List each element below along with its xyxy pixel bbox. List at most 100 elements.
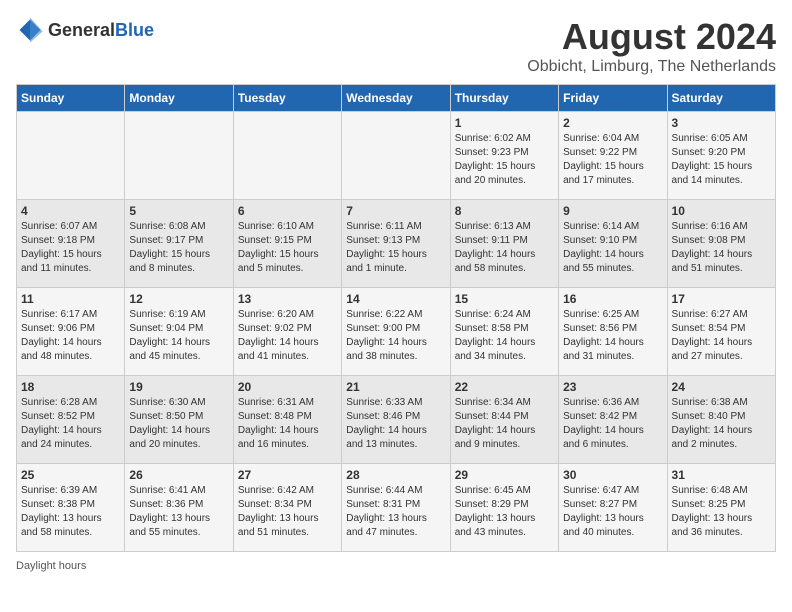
day-info: Sunrise: 6:30 AMSunset: 8:50 PMDaylight:… [129, 396, 228, 452]
calendar-cell: 6 Sunrise: 6:10 AMSunset: 9:15 PMDaylight… [233, 200, 341, 288]
day-info: Sunrise: 6:38 AMSunset: 8:40 PMDaylight:… [672, 396, 771, 452]
day-info: Sunrise: 6:13 AMSunset: 9:11 PMDaylight:… [455, 220, 554, 276]
calendar-cell: 10Sunrise: 6:16 AMSunset: 9:08 PMDayligh… [667, 200, 775, 288]
day-info: Sunrise: 6:07 AMSunset: 9:18 PMDaylight:… [21, 220, 120, 276]
calendar-cell: 7Sunrise: 6:11 AMSunset: 9:13 PMDaylight… [342, 200, 450, 288]
day-info: Sunrise: 6:48 AMSunset: 8:25 PMDaylight:… [672, 484, 771, 540]
day-number: 19 [129, 380, 228, 394]
calendar-cell: 23Sunrise: 6:36 AMSunset: 8:42 PMDayligh… [559, 376, 667, 464]
day-info: Sunrise: 6:16 AMSunset: 9:08 PMDaylight:… [672, 220, 771, 276]
logo-blue: Blue [115, 20, 154, 40]
day-info: Sunrise: 6:05 AMSunset: 9:20 PMDaylight:… [672, 132, 771, 188]
title-block: August 2024 Obbicht, Limburg, The Nether… [527, 16, 776, 76]
day-number: 17 [672, 292, 771, 306]
day-number: 15 [455, 292, 554, 306]
day-number: 23 [563, 380, 662, 394]
day-info: Sunrise: 6:20 AMSunset: 9:02 PMDaylight:… [238, 308, 337, 364]
calendar-cell [125, 112, 233, 200]
calendar-cell: 24 Sunrise: 6:38 AMSunset: 8:40 PMDayligh… [667, 376, 775, 464]
calendar-cell: 14 Sunrise: 6:22 AMSunset: 9:00 PMDayligh… [342, 288, 450, 376]
day-number: 14 [346, 292, 445, 306]
day-number: 27 [238, 468, 337, 482]
calendar-body: 1Sunrise: 6:02 AMSunset: 9:23 PMDaylight… [17, 112, 776, 552]
calendar-cell: 22Sunrise: 6:34 AMSunset: 8:44 PMDayligh… [450, 376, 558, 464]
day-number: 6 [238, 204, 337, 218]
day-number: 4 [21, 204, 120, 218]
day-info: Sunrise: 6:33 AMSunset: 8:46 PMDaylight:… [346, 396, 445, 452]
day-info: Sunrise: 6:42 AMSunset: 8:34 PMDaylight:… [238, 484, 337, 540]
calendar-week-2: 4 Sunrise: 6:07 AMSunset: 9:18 PMDaylight… [17, 200, 776, 288]
calendar-cell: 25 Sunrise: 6:39 AMSunset: 8:38 PMDayligh… [17, 464, 125, 552]
calendar-week-3: 11 Sunrise: 6:17 AMSunset: 9:06 PMDayligh… [17, 288, 776, 376]
logo-icon [16, 16, 44, 44]
day-number: 28 [346, 468, 445, 482]
day-number: 31 [672, 468, 771, 482]
day-number: 30 [563, 468, 662, 482]
calendar-cell: 17 Sunrise: 6:27 AMSunset: 8:54 PMDayligh… [667, 288, 775, 376]
col-wednesday: Wednesday [342, 85, 450, 112]
calendar-cell: 9Sunrise: 6:14 AMSunset: 9:10 PMDaylight… [559, 200, 667, 288]
calendar-cell: 2Sunrise: 6:04 AMSunset: 9:22 PMDaylight… [559, 112, 667, 200]
day-info: Sunrise: 6:47 AMSunset: 8:27 PMDaylight:… [563, 484, 662, 540]
col-sunday: Sunday [17, 85, 125, 112]
calendar-week-5: 25 Sunrise: 6:39 AMSunset: 8:38 PMDayligh… [17, 464, 776, 552]
day-info: Sunrise: 6:24 AMSunset: 8:58 PMDaylight:… [455, 308, 554, 364]
day-info: Sunrise: 6:17 AMSunset: 9:06 PMDaylight:… [21, 308, 120, 364]
day-info: Sunrise: 6:39 AMSunset: 8:38 PMDaylight:… [21, 484, 120, 540]
day-info: Sunrise: 6:31 AMSunset: 8:48 PMDaylight:… [238, 396, 337, 452]
calendar-cell: 26Sunrise: 6:41 AMSunset: 8:36 PMDayligh… [125, 464, 233, 552]
day-number: 2 [563, 116, 662, 130]
calendar-cell: 27 Sunrise: 6:42 AMSunset: 8:34 PMDayligh… [233, 464, 341, 552]
day-info: Sunrise: 6:34 AMSunset: 8:44 PMDaylight:… [455, 396, 554, 452]
calendar-cell: 31 Sunrise: 6:48 AMSunset: 8:25 PMDayligh… [667, 464, 775, 552]
day-info: Sunrise: 6:27 AMSunset: 8:54 PMDaylight:… [672, 308, 771, 364]
col-saturday: Saturday [667, 85, 775, 112]
col-tuesday: Tuesday [233, 85, 341, 112]
calendar-table: Sunday Monday Tuesday Wednesday Thursday… [16, 84, 776, 552]
day-info: Sunrise: 6:11 AMSunset: 9:13 PMDaylight:… [346, 220, 445, 276]
subtitle: Obbicht, Limburg, The Netherlands [527, 58, 776, 76]
calendar-cell [233, 112, 341, 200]
day-number: 25 [21, 468, 120, 482]
day-info: Sunrise: 6:28 AMSunset: 8:52 PMDaylight:… [21, 396, 120, 452]
day-info: Sunrise: 6:25 AMSunset: 8:56 PMDaylight:… [563, 308, 662, 364]
footer-note: Daylight hours [16, 560, 776, 572]
day-info: Sunrise: 6:41 AMSunset: 8:36 PMDaylight:… [129, 484, 228, 540]
calendar-cell: 28 Sunrise: 6:44 AMSunset: 8:31 PMDayligh… [342, 464, 450, 552]
calendar-cell: 30 Sunrise: 6:47 AMSunset: 8:27 PMDayligh… [559, 464, 667, 552]
calendar-cell: 12Sunrise: 6:19 AMSunset: 9:04 PMDayligh… [125, 288, 233, 376]
day-info: Sunrise: 6:08 AMSunset: 9:17 PMDaylight:… [129, 220, 228, 276]
calendar-cell: 20 Sunrise: 6:31 AMSunset: 8:48 PMDayligh… [233, 376, 341, 464]
calendar-cell: 19 Sunrise: 6:30 AMSunset: 8:50 PMDayligh… [125, 376, 233, 464]
day-number: 12 [129, 292, 228, 306]
calendar-header: Sunday Monday Tuesday Wednesday Thursday… [17, 85, 776, 112]
day-info: Sunrise: 6:45 AMSunset: 8:29 PMDaylight:… [455, 484, 554, 540]
calendar-cell: 18Sunrise: 6:28 AMSunset: 8:52 PMDayligh… [17, 376, 125, 464]
calendar-cell: 3 Sunrise: 6:05 AMSunset: 9:20 PMDaylight… [667, 112, 775, 200]
calendar-cell [17, 112, 125, 200]
calendar-cell: 5Sunrise: 6:08 AMSunset: 9:17 PMDaylight… [125, 200, 233, 288]
logo-general: General [48, 20, 115, 40]
day-number: 21 [346, 380, 445, 394]
calendar-cell: 1Sunrise: 6:02 AMSunset: 9:23 PMDaylight… [450, 112, 558, 200]
calendar-cell [342, 112, 450, 200]
day-number: 24 [672, 380, 771, 394]
col-monday: Monday [125, 85, 233, 112]
day-number: 16 [563, 292, 662, 306]
day-info: Sunrise: 6:02 AMSunset: 9:23 PMDaylight:… [455, 132, 554, 188]
calendar-cell: 29Sunrise: 6:45 AMSunset: 8:29 PMDayligh… [450, 464, 558, 552]
calendar-cell: 16 Sunrise: 6:25 AMSunset: 8:56 PMDayligh… [559, 288, 667, 376]
main-title: August 2024 [527, 16, 776, 58]
day-number: 20 [238, 380, 337, 394]
day-number: 3 [672, 116, 771, 130]
calendar-cell: 13 Sunrise: 6:20 AMSunset: 9:02 PMDayligh… [233, 288, 341, 376]
day-info: Sunrise: 6:10 AMSunset: 9:15 PMDaylight:… [238, 220, 337, 276]
day-number: 13 [238, 292, 337, 306]
day-info: Sunrise: 6:44 AMSunset: 8:31 PMDaylight:… [346, 484, 445, 540]
page-header: GeneralBlue August 2024 Obbicht, Limburg… [16, 16, 776, 76]
calendar-cell: 21 Sunrise: 6:33 AMSunset: 8:46 PMDayligh… [342, 376, 450, 464]
calendar-cell: 4 Sunrise: 6:07 AMSunset: 9:18 PMDaylight… [17, 200, 125, 288]
day-number: 11 [21, 292, 120, 306]
day-info: Sunrise: 6:22 AMSunset: 9:00 PMDaylight:… [346, 308, 445, 364]
logo: GeneralBlue [16, 16, 154, 44]
